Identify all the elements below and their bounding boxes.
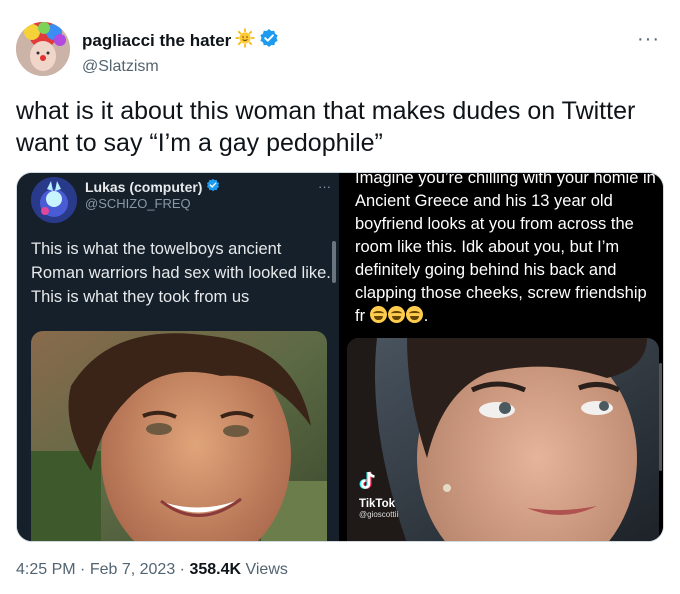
more-options-icon: ··· bbox=[318, 179, 331, 194]
views-count: 358.4K bbox=[189, 561, 242, 578]
scrollbar bbox=[659, 363, 662, 471]
media-left-panel[interactable]: Lukas (computer) @SCHIZO_FREQ ··· This i… bbox=[17, 173, 339, 541]
author-display-name[interactable]: pagliacci the hater bbox=[82, 31, 231, 51]
quoted-author-name: Lukas (computer) bbox=[85, 178, 203, 195]
quoted-tweet-text: This is what the towelboys ancient Roman… bbox=[31, 240, 331, 306]
tiktok-caption-end: . bbox=[423, 307, 429, 325]
separator: · bbox=[175, 561, 190, 578]
quoted-avatar bbox=[31, 177, 77, 223]
tiktok-watermark: TikTok @gioscottii bbox=[359, 471, 398, 519]
tweet-header: pagliacci the hater @Slatzism ··· bbox=[16, 18, 664, 78]
scrollbar bbox=[332, 241, 336, 283]
tiktok-username: @gioscottii bbox=[359, 510, 399, 519]
tiktok-caption-text: Imagine you’re chilling with your homie … bbox=[355, 173, 656, 325]
tweet-time[interactable]: 4:25 PM bbox=[16, 561, 76, 578]
portrait-photo bbox=[31, 331, 327, 541]
tiktok-label: TikTok bbox=[359, 498, 395, 510]
tiktok-logo-icon bbox=[359, 471, 375, 489]
tears-of-joy-emoji-icon bbox=[369, 306, 387, 323]
tears-of-joy-emoji-icon bbox=[387, 306, 405, 323]
media-right-panel[interactable]: Imagine you’re chilling with your homie … bbox=[341, 173, 663, 541]
sun-emoji-icon bbox=[235, 28, 255, 53]
separator: · bbox=[75, 561, 90, 578]
verified-badge-icon bbox=[259, 28, 279, 53]
tweet-media[interactable]: Lukas (computer) @SCHIZO_FREQ ··· This i… bbox=[16, 172, 664, 542]
avatar[interactable] bbox=[16, 22, 70, 76]
more-options-icon[interactable]: ··· bbox=[637, 28, 660, 51]
quoted-author-handle: @SCHIZO_FREQ bbox=[85, 196, 191, 211]
tears-of-joy-emoji-icon bbox=[405, 306, 423, 323]
tiktok-caption: Imagine you’re chilling with your homie … bbox=[355, 173, 661, 328]
tweet-text: what is it about this woman that makes d… bbox=[16, 97, 636, 157]
views-label: Views bbox=[241, 561, 288, 578]
tweet-metadata: 4:25 PM · Feb 7, 2023 · 358.4K Views bbox=[16, 561, 288, 579]
tweet-date[interactable]: Feb 7, 2023 bbox=[90, 561, 175, 578]
author-handle[interactable]: @Slatzism bbox=[82, 58, 279, 76]
verified-badge-icon bbox=[206, 178, 220, 195]
